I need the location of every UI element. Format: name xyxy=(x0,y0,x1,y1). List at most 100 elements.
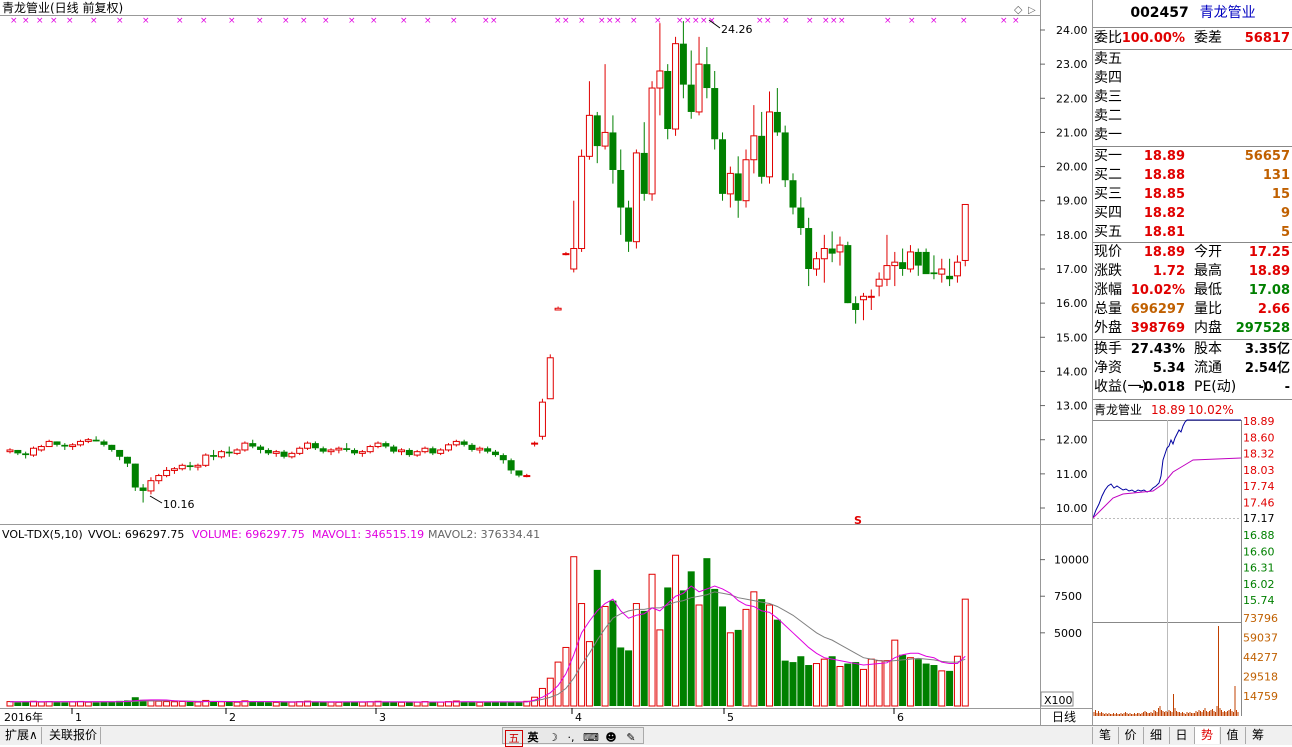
volume-bar xyxy=(812,663,820,707)
vol-unit: X100 xyxy=(1044,694,1073,707)
panel-tab[interactable]: 日 xyxy=(1168,727,1194,744)
signal-x-mark: × xyxy=(614,16,622,26)
buy-level-volume: 5 xyxy=(1280,225,1290,240)
volume-bar xyxy=(679,590,687,706)
intraday-tick: 16.02 xyxy=(1243,578,1275,591)
fundamental-row: 收益(一) -0.018 PE(动) - xyxy=(1093,378,1292,397)
intraday-tick: 73796 xyxy=(1243,612,1278,625)
volume-bar xyxy=(640,610,648,706)
panel-tab[interactable]: 细 xyxy=(1143,727,1168,744)
stat-value-2: 18.89 xyxy=(1248,264,1290,279)
volume-bar xyxy=(437,701,445,707)
candle xyxy=(546,354,554,400)
ime-english-icon[interactable]: 英 xyxy=(525,730,541,745)
stat-value-2: 17.08 xyxy=(1248,283,1290,298)
buy-level-price: 18.81 xyxy=(1143,225,1185,240)
price-tick: 21.00 xyxy=(1056,126,1088,139)
signal-x-mark: × xyxy=(322,16,330,26)
moon-icon[interactable]: ☽ xyxy=(545,730,561,745)
fund-value: 27.43% xyxy=(1130,342,1185,357)
volume-bar xyxy=(656,629,664,707)
volume-bar xyxy=(280,701,288,706)
ime-wubi-icon[interactable]: 五 xyxy=(505,730,523,747)
fundamental-row: 换手 27.43% 股本 3.35亿 xyxy=(1093,340,1292,359)
quote-stat-row: 总量 696297 量比 2.66 xyxy=(1093,300,1292,319)
sell-level-row: 卖二 xyxy=(1093,107,1292,126)
expand-tab[interactable]: 扩展∧ xyxy=(2,727,42,744)
signal-x-mark: × xyxy=(450,16,458,26)
stock-name[interactable]: 青龙管业 xyxy=(1200,5,1256,21)
panel-tab[interactable]: 势 xyxy=(1194,727,1219,744)
stat-label: 现价 xyxy=(1094,244,1122,260)
signal-x-mark: × xyxy=(1000,16,1008,26)
dot-icon[interactable]: ·, xyxy=(563,730,579,745)
buy-level-price: 18.85 xyxy=(1143,187,1185,202)
volume-bar xyxy=(625,650,633,706)
volume-bar xyxy=(351,701,359,706)
volume-bar xyxy=(585,641,593,707)
volume-bar xyxy=(217,701,225,707)
volume-bar xyxy=(413,701,421,707)
expand-icon[interactable]: ▷ xyxy=(1028,5,1036,16)
candle xyxy=(578,149,586,252)
volume-bar xyxy=(758,599,766,706)
stat-label-2: 量比 xyxy=(1194,301,1222,317)
candle xyxy=(922,248,930,275)
volume-bar xyxy=(859,668,867,707)
panel-tab[interactable]: 价 xyxy=(1117,727,1143,744)
signal-x-mark: × xyxy=(228,16,236,26)
month-label: 3 xyxy=(379,711,386,724)
quote-stat-row: 外盘 398769 内盘 297528 xyxy=(1093,319,1292,338)
month-label: 1 xyxy=(75,711,82,724)
month-label: 6 xyxy=(897,711,904,724)
related-quote-tab[interactable]: 关联报价 xyxy=(46,727,102,744)
volume-bar xyxy=(178,700,186,707)
volume-bar xyxy=(460,701,468,706)
volume-bar xyxy=(852,662,860,706)
period-label[interactable]: 日线 xyxy=(1052,710,1076,724)
panel-tab[interactable]: 笔 xyxy=(1092,727,1117,744)
volume-bar xyxy=(570,556,578,707)
volume-bar xyxy=(632,603,640,707)
signal-x-mark: × xyxy=(838,16,846,26)
user-icon[interactable]: ☻ xyxy=(603,730,619,745)
panel-tab[interactable]: 值 xyxy=(1219,727,1245,744)
wrench-icon[interactable]: ✎ xyxy=(623,730,639,745)
signal-x-mark: × xyxy=(142,16,150,26)
volume-bar xyxy=(773,619,781,706)
buy-level-label: 买一 xyxy=(1094,148,1122,164)
volume-bar xyxy=(390,702,398,706)
vvol-label: VVOL: 696297.75 xyxy=(88,528,184,541)
diamond-icon[interactable]: ◇ xyxy=(1014,3,1023,16)
buy-level-volume: 131 xyxy=(1262,168,1290,183)
intraday-tick: 17.46 xyxy=(1243,497,1275,510)
intraday-chart[interactable]: 青龙管业 18.89 10.02% 18.89 18.60 18.32 18.03 17… xyxy=(1093,400,1292,718)
volume-tick: 10000 xyxy=(1054,554,1089,567)
keyboard-icon[interactable]: ⌨ xyxy=(583,730,599,745)
kline-chart[interactable]: 24.00 23.00 22.00 21.00 20.00 19.00 18.00 17.00… xyxy=(0,0,1092,725)
signal-x-mark: × xyxy=(90,16,98,26)
fund-label: 换手 xyxy=(1094,341,1122,357)
volume-bar xyxy=(476,701,484,707)
volume-bar xyxy=(225,701,233,706)
volume-bar xyxy=(233,701,241,707)
weibi-row: 委比 100.00% 委差 56817 xyxy=(1093,29,1292,48)
volume-bar xyxy=(84,701,92,707)
intraday-tick: 29518 xyxy=(1243,671,1278,684)
mavol2-label: MAVOL2: 376334.41 xyxy=(428,528,540,541)
candle xyxy=(632,149,640,249)
signal-x-mark: × xyxy=(806,16,814,26)
price-tick: 14.00 xyxy=(1056,365,1088,378)
signal-x-mark: × xyxy=(654,16,662,26)
mini-price: 18.89 xyxy=(1151,403,1185,417)
volume-bar xyxy=(100,702,108,706)
stock-code: 002457 xyxy=(1130,5,1189,21)
buy-level-price: 18.82 xyxy=(1143,206,1185,221)
panel-tab[interactable]: 筹 xyxy=(1245,727,1270,744)
stat-label-2: 今开 xyxy=(1194,244,1222,260)
candle xyxy=(217,449,225,459)
sell-level-label: 卖二 xyxy=(1094,108,1122,124)
volume-bar xyxy=(711,588,719,706)
volume-bar xyxy=(53,702,61,706)
quote-stat-row: 现价 18.89 今开 17.25 xyxy=(1093,243,1292,262)
